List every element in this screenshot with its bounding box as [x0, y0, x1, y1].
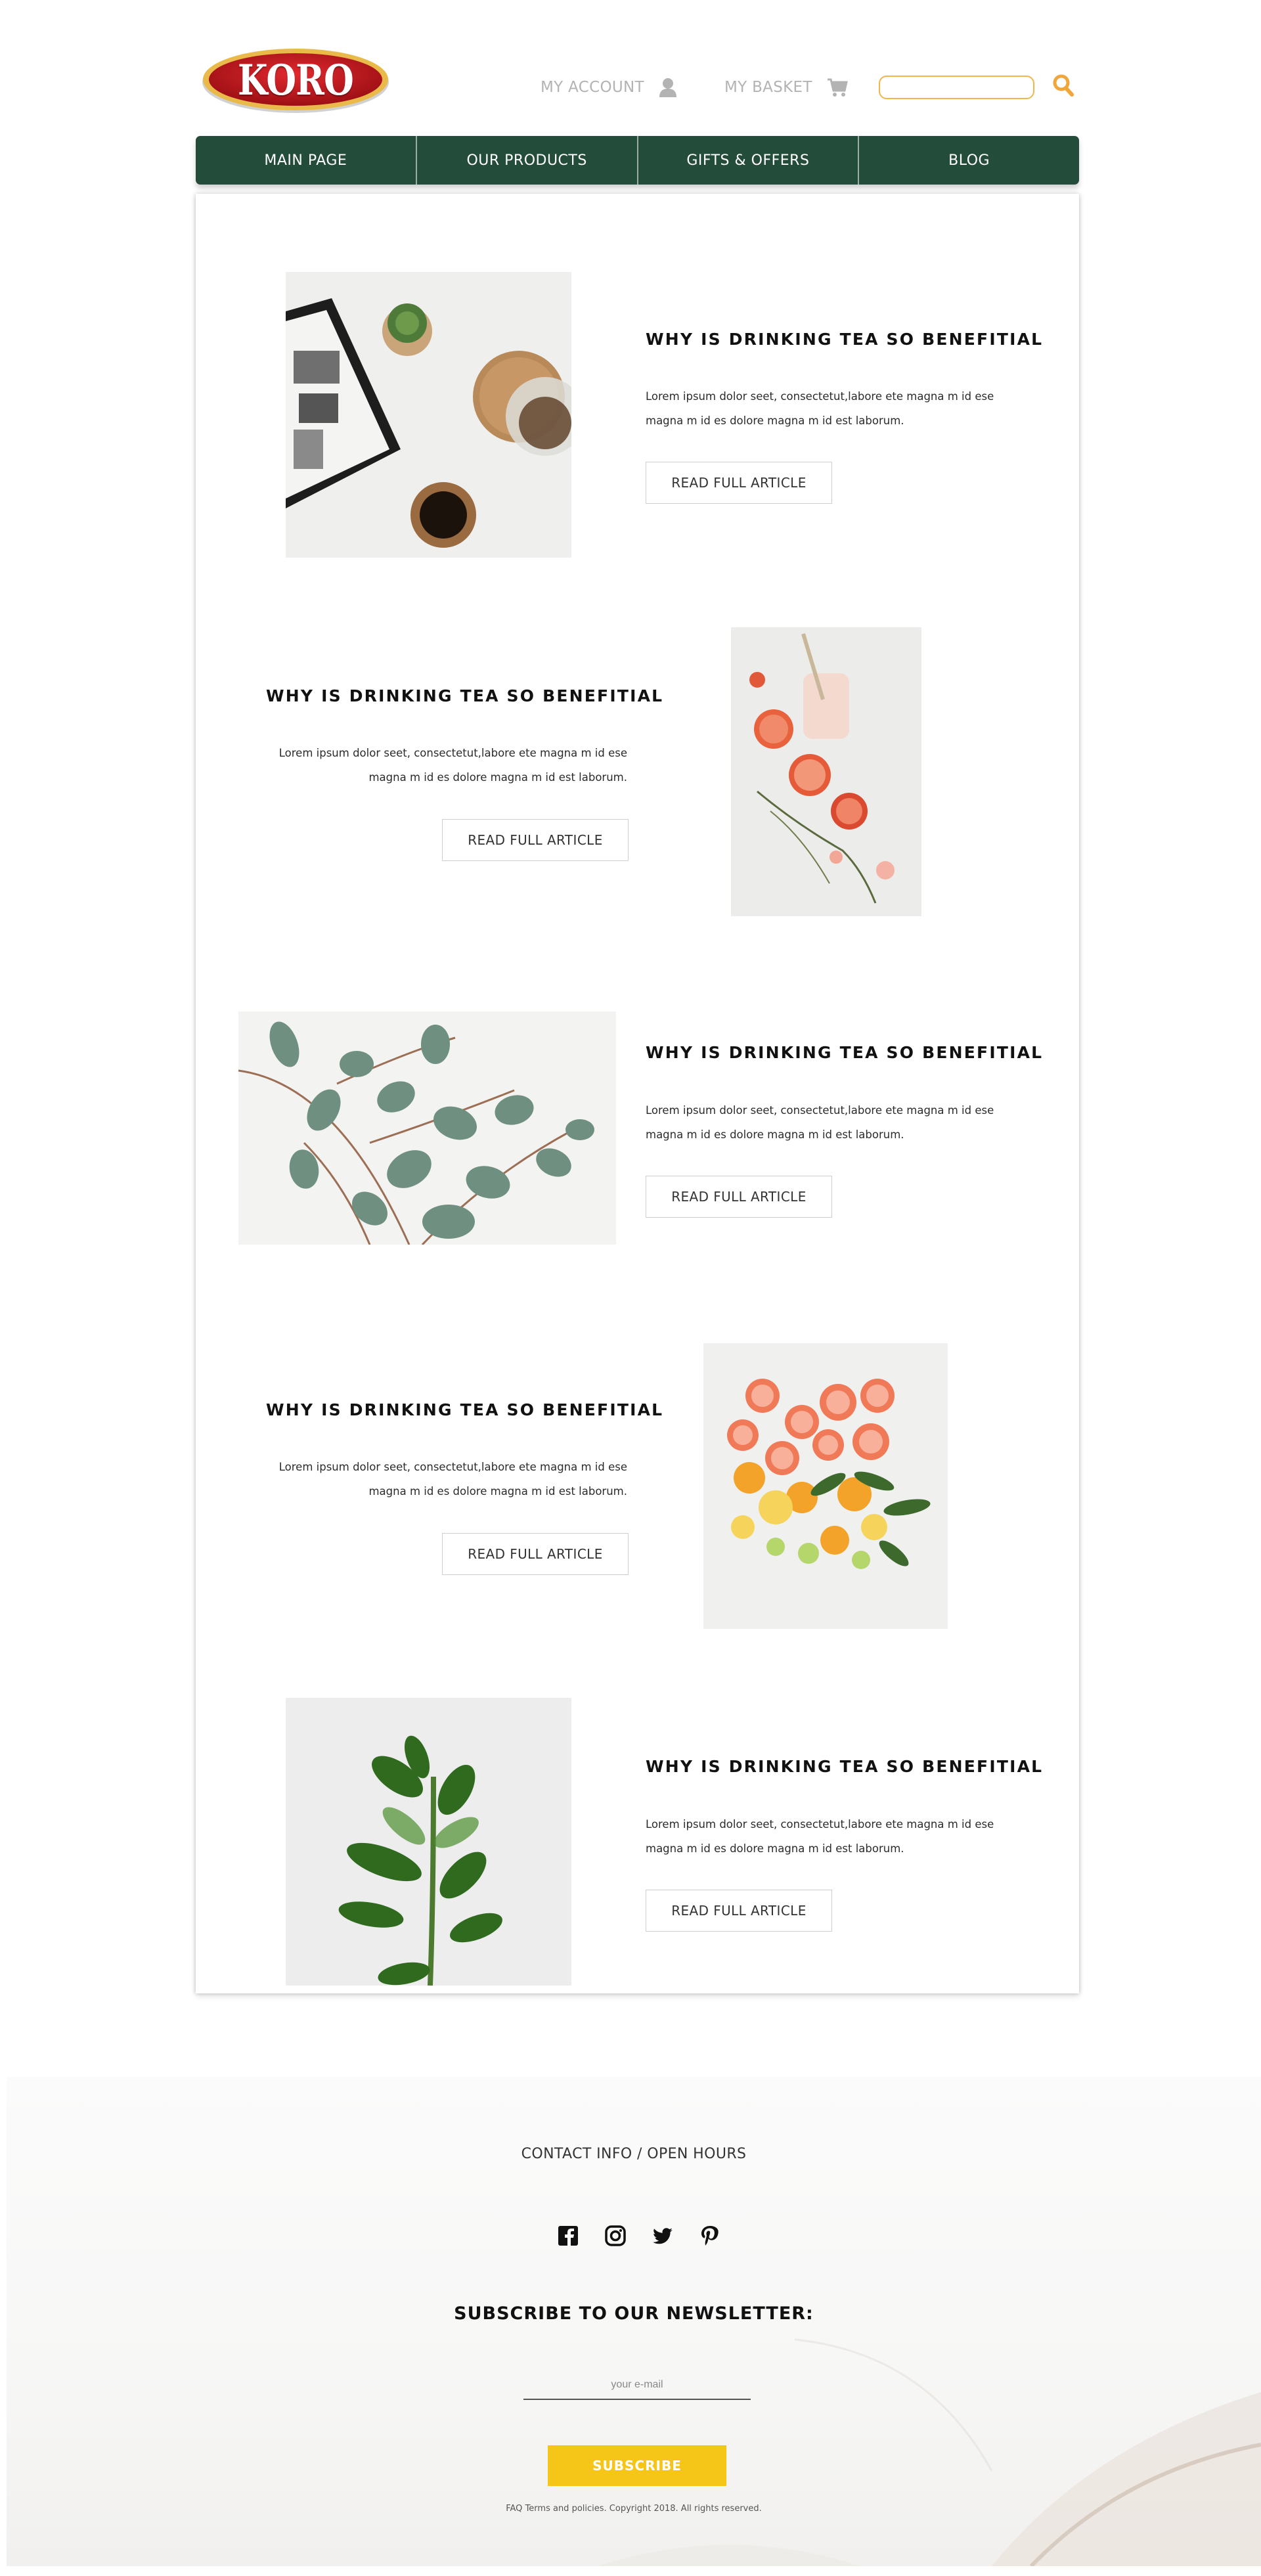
nav-main-page[interactable]: MAIN PAGE	[196, 136, 416, 185]
article-title: WHY IS DRINKING TEA SO BENEFITIAL	[266, 1400, 664, 1419]
my-account-label: MY ACCOUNT	[541, 79, 644, 96]
grapefruit-drink-image	[731, 627, 921, 916]
legal-separator: .	[604, 2504, 609, 2514]
my-basket-link[interactable]: MY BASKET	[724, 78, 848, 97]
my-basket-label: MY BASKET	[724, 79, 812, 96]
citrus-slices-photo[interactable]	[703, 1343, 948, 1629]
green-plant-photo[interactable]	[286, 1698, 571, 1986]
article-excerpt: Lorem ipsum dolor seet, consectetut,labo…	[646, 390, 994, 427]
twitter-icon[interactable]	[652, 2225, 674, 2247]
logo-wordmark: KORO	[238, 55, 354, 105]
read-full-article-button[interactable]: READ FULL ARTICLE	[646, 1176, 832, 1218]
faq-link[interactable]: FAQ	[506, 2504, 522, 2514]
coffee-table-image	[286, 272, 571, 558]
read-full-article-button[interactable]: READ FULL ARTICLE	[442, 819, 629, 861]
read-full-article-button[interactable]: READ FULL ARTICLE	[442, 1533, 629, 1575]
green-plant-image	[286, 1698, 571, 1986]
contact-info-link[interactable]: CONTACT INFO / OPEN HOURS	[7, 2146, 1261, 2162]
article-title: WHY IS DRINKING TEA SO BENEFITIAL	[646, 1757, 1044, 1776]
user-icon	[659, 78, 676, 97]
koro-logo[interactable]: KORO	[200, 46, 391, 114]
terms-link[interactable]: Terms and policies	[525, 2504, 604, 2514]
legal-links: FAQ Terms and policies. Copyright 2018. …	[7, 2504, 1261, 2514]
nav-our-products[interactable]: OUR PRODUCTS	[415, 136, 637, 185]
email-field[interactable]	[523, 2371, 751, 2400]
site-header: KORO MY ACCOUNT MY BASKET	[0, 0, 1261, 135]
grapefruit-drink-photo[interactable]	[731, 627, 921, 916]
article-excerpt: Lorem ipsum dolor seet, consectetut,labo…	[646, 1818, 994, 1855]
pinterest-icon[interactable]	[699, 2225, 721, 2247]
search-icon	[1053, 74, 1074, 97]
facebook-icon[interactable]	[557, 2225, 579, 2247]
subscribe-button[interactable]: SUBSCRIBE	[548, 2445, 726, 2486]
article-title: WHY IS DRINKING TEA SO BENEFITIAL	[266, 686, 664, 705]
cart-icon	[827, 78, 848, 97]
search-input[interactable]	[879, 76, 1034, 99]
site-footer: CONTACT INFO / OPEN HOURS SUBSCRIBE TO O…	[7, 2077, 1261, 2566]
blog-article-list: WHY IS DRINKING TEA SO BENEFITIAL Lorem …	[196, 194, 1079, 1993]
coffee-table-photo[interactable]	[286, 272, 571, 558]
newsletter-heading: SUBSCRIBE TO OUR NEWSLETTER:	[454, 2303, 814, 2324]
article-excerpt: Lorem ipsum dolor seet, consectetut,labo…	[278, 747, 627, 784]
eucalyptus-photo[interactable]	[238, 1011, 616, 1245]
eucalyptus-image	[238, 1011, 616, 1245]
article-excerpt: Lorem ipsum dolor seet, consectetut,labo…	[646, 1104, 994, 1141]
nav-gifts-offers[interactable]: GIFTS & OFFERS	[636, 136, 858, 185]
instagram-icon[interactable]	[604, 2225, 627, 2247]
article-title: WHY IS DRINKING TEA SO BENEFITIAL	[646, 1043, 1044, 1062]
copyright-text: Copyright 2018. All rights reserved.	[609, 2504, 762, 2514]
citrus-slices-image	[703, 1343, 948, 1629]
read-full-article-button[interactable]: READ FULL ARTICLE	[646, 462, 832, 504]
read-full-article-button[interactable]: READ FULL ARTICLE	[646, 1890, 832, 1932]
article-title: WHY IS DRINKING TEA SO BENEFITIAL	[646, 330, 1044, 349]
search-button[interactable]	[1052, 74, 1074, 99]
social-links	[557, 2225, 721, 2247]
article-excerpt: Lorem ipsum dolor seet, consectetut,labo…	[278, 1461, 627, 1498]
nav-blog[interactable]: BLOG	[858, 136, 1079, 185]
my-account-link[interactable]: MY ACCOUNT	[541, 78, 677, 97]
main-navigation: MAIN PAGE OUR PRODUCTS GIFTS & OFFERS BL…	[196, 136, 1079, 185]
